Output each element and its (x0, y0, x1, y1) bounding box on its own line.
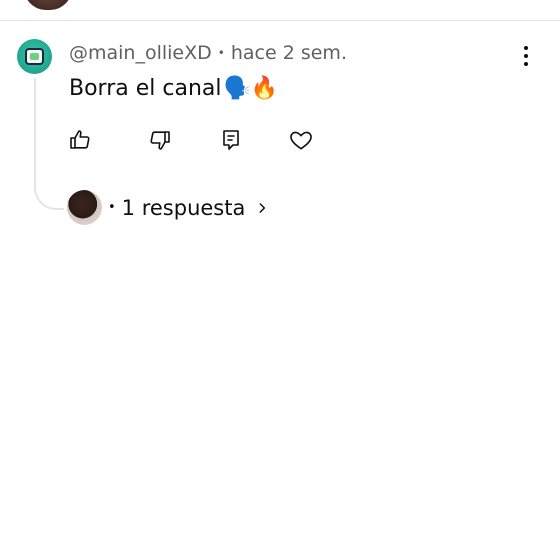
comment-icon (223, 130, 239, 150)
avatar-emblem (25, 48, 44, 65)
dislike-button[interactable] (146, 126, 174, 154)
heart-button[interactable] (287, 126, 315, 154)
kebab-dot (524, 54, 528, 58)
comment-body: Borra el canal (69, 76, 222, 101)
comment-timestamp: hace 2 sem. (230, 42, 347, 64)
author-avatar[interactable] (17, 39, 52, 74)
divider (0, 20, 560, 21)
chevron-right-icon (255, 201, 269, 215)
comment-meta: @main_ollieXD • hace 2 sem. (69, 42, 347, 64)
reply-button[interactable] (217, 126, 245, 154)
thumbs-up-icon (70, 130, 90, 149)
thumbs-down-icon (150, 131, 170, 150)
meta-separator: • (217, 46, 225, 60)
reply-avatar (67, 190, 102, 225)
previous-comment-avatar (24, 0, 72, 10)
heart-icon (290, 131, 312, 150)
like-button[interactable] (66, 126, 94, 154)
more-options-button[interactable] (516, 44, 536, 68)
comment-text: Borra el canal 🗣️🔥 (69, 76, 278, 101)
more-vertical-icon (524, 46, 528, 50)
author-handle[interactable]: @main_ollieXD (69, 42, 212, 64)
replies-separator: • (108, 200, 116, 215)
replies-toggle[interactable]: • 1 respuesta (67, 190, 269, 225)
replies-count-label[interactable]: 1 respuesta (122, 196, 246, 220)
kebab-dot (524, 62, 528, 66)
comment-emojis: 🗣️🔥 (223, 76, 279, 101)
thread-connector-line (34, 78, 64, 210)
